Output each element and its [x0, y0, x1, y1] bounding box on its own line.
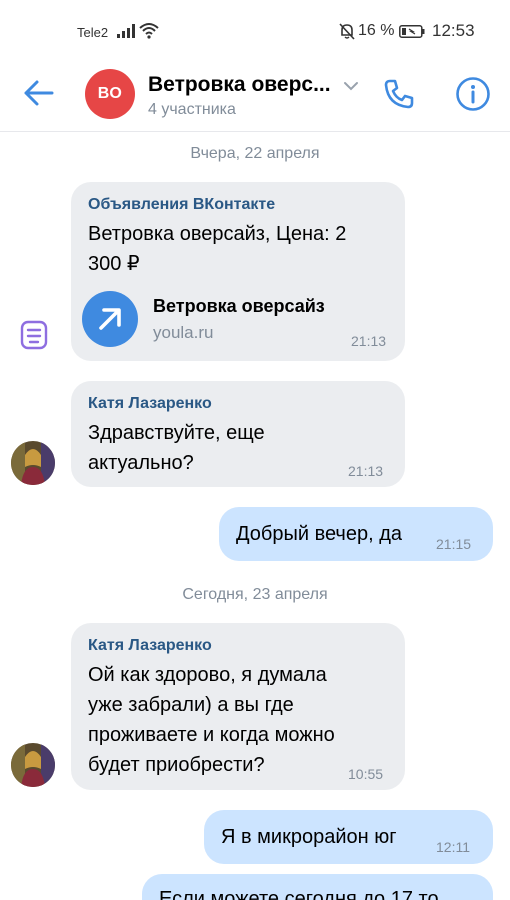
chat-header: ВО Ветровка оверс... 4 участника [0, 62, 510, 132]
message-time: 21:13 [348, 463, 384, 479]
signal-icon [117, 24, 135, 38]
message-time: 12:11 [436, 839, 470, 855]
message-text: актуально? [88, 452, 194, 474]
sender-name[interactable]: Объявления ВКонтакте [88, 196, 275, 214]
message-text: Здравствуйте, еще [88, 422, 265, 444]
phone-icon[interactable] [382, 77, 416, 111]
link-arrow-icon[interactable] [82, 291, 138, 347]
message-text: Добрый вечер, да [236, 523, 403, 545]
sender-name[interactable]: Катя Лазаренко [88, 395, 212, 413]
message-text: проживаете и когда можно [88, 724, 335, 746]
battery-icon [399, 25, 425, 38]
link-title[interactable]: Ветровка оверсайз [153, 296, 325, 317]
chevron-down-icon[interactable] [343, 80, 359, 92]
avatar[interactable] [11, 441, 55, 485]
clock: 12:53 [432, 21, 475, 40]
message-text: 300 ₽ [88, 253, 140, 275]
battery-percent: 16 % [358, 22, 395, 39]
wifi-icon [139, 23, 159, 39]
message-text: Я в микрорайон юг [221, 826, 397, 848]
message-text: Ветровка оверсайз, Цена: 2 [88, 223, 347, 245]
message-text: уже забрали) а вы где [88, 694, 294, 716]
message-text: Ой как здорово, я думала [88, 664, 327, 686]
date-separator: Вчера, 22 апреля [190, 145, 320, 162]
mute-bell-icon [339, 23, 355, 40]
message-time: 21:13 [351, 333, 387, 349]
message-time: 10:55 [348, 766, 384, 782]
chat-avatar[interactable]: ВО [85, 69, 135, 119]
status-bar: Tele2 16 % 12:53 [0, 0, 510, 62]
link-domain: youla.ru [153, 323, 214, 342]
message-bubble-outgoing-partial[interactable]: Если можете сегодня до 17 то [142, 874, 493, 900]
message-text: Если можете сегодня до 17 то [159, 888, 439, 900]
avatar[interactable] [11, 743, 55, 787]
message-time: 21:15 [436, 536, 472, 552]
ads-icon [20, 320, 48, 350]
info-icon[interactable] [455, 76, 491, 112]
sender-name[interactable]: Катя Лазаренко [88, 637, 212, 655]
message-text: будет приобрести? [88, 754, 265, 776]
date-separator: Сегодня, 23 апреля [182, 586, 328, 603]
carrier-label: Tele2 [77, 25, 109, 40]
chat-title[interactable]: Ветровка оверс... [148, 73, 338, 97]
back-arrow-icon[interactable] [22, 78, 56, 108]
chat-member-count: 4 участника [148, 101, 236, 118]
